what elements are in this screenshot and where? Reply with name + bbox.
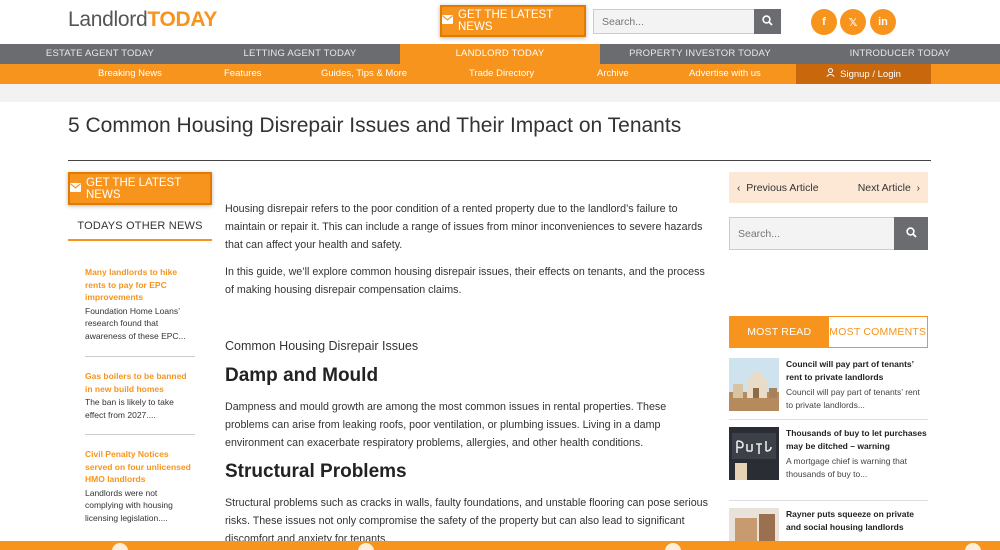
next-article-label: Next Article: [857, 181, 911, 194]
envelope-icon: [442, 15, 453, 27]
ticker-bullet-icon: [665, 543, 681, 550]
most-read-divider: [729, 419, 928, 420]
primary-nav: ESTATE AGENT TODAY LETTING AGENT TODAY L…: [0, 44, 1000, 64]
news-item-title[interactable]: Many landlords to hike rents to pay for …: [85, 266, 195, 304]
nav-guides-tips[interactable]: Guides, Tips & More: [321, 64, 407, 84]
article-subheading: Common Housing Disrepair Issues: [225, 339, 419, 353]
most-read-item-summary: Council will pay part of tenants’ rent t…: [786, 387, 920, 410]
header-search-button[interactable]: [754, 9, 781, 34]
popular-tabs: MOST READ MOST COMMENTS: [729, 316, 928, 348]
previous-article-link[interactable]: ‹ Previous Article: [737, 182, 819, 194]
most-read-item-title[interactable]: Council will pay part of tenants’ rent t…: [786, 358, 928, 383]
article-thumbnail[interactable]: [729, 427, 779, 480]
tab-most-comments[interactable]: MOST COMMENTS: [828, 317, 927, 347]
nav-breaking-news[interactable]: Breaking News: [98, 64, 162, 84]
nav-letting-agent-today[interactable]: LETTING AGENT TODAY: [200, 44, 400, 64]
chevron-right-icon: ›: [916, 182, 920, 194]
article-thumbnail[interactable]: [729, 358, 779, 411]
ticker-bullet-icon: [112, 543, 128, 550]
signup-login-button[interactable]: Signup / Login: [796, 64, 931, 84]
news-divider: [85, 356, 195, 357]
page-band: [0, 84, 1000, 102]
secondary-nav: Breaking News Features Guides, Tips & Mo…: [0, 64, 1000, 84]
sidebar-search-button[interactable]: [894, 217, 928, 250]
article-paragraph: Dampness and mould growth are among the …: [225, 401, 667, 449]
nav-advertise[interactable]: Advertise with us: [689, 64, 761, 84]
logo-text-landlord: Landlord: [68, 8, 148, 31]
most-read-item[interactable]: Thousands of buy to let purchases may be…: [729, 427, 928, 483]
most-read-item[interactable]: Rayner puts squeeze on private and socia…: [729, 508, 928, 541]
news-item-title[interactable]: Civil Penalty Notices served on four unl…: [85, 448, 195, 486]
linkedin-icon[interactable]: in: [870, 9, 896, 35]
signup-login-label: Signup / Login: [840, 68, 901, 80]
tab-most-read[interactable]: MOST READ: [730, 317, 829, 347]
header-search: [593, 9, 781, 34]
title-divider: [68, 160, 931, 161]
news-item[interactable]: Many landlords to hike rents to pay for …: [85, 266, 195, 342]
ticker-bullet-icon: [965, 543, 981, 550]
most-read-item-text: Thousands of buy to let purchases may be…: [786, 427, 928, 480]
nav-landlord-today[interactable]: LANDLORD TODAY: [400, 44, 600, 64]
news-item[interactable]: Gas boilers to be banned in new build ho…: [85, 370, 195, 421]
news-item-summary: The ban is likely to take effect from 20…: [85, 397, 174, 420]
nav-trade-directory[interactable]: Trade Directory: [469, 64, 534, 84]
section-heading-damp: Damp and Mould: [225, 365, 379, 386]
most-read-item-title[interactable]: Thousands of buy to let purchases may be…: [786, 427, 928, 452]
search-icon: [905, 225, 917, 243]
article-paragraph: Structural problems such as cracks in wa…: [225, 497, 708, 545]
news-divider: [85, 434, 195, 435]
news-item[interactable]: Civil Penalty Notices served on four unl…: [85, 448, 195, 524]
nav-property-investor-today[interactable]: PROPERTY INVESTOR TODAY: [600, 44, 800, 64]
most-read-item-text: Rayner puts squeeze on private and socia…: [786, 508, 928, 533]
news-item-summary: Landlords were not complying with housin…: [85, 487, 173, 523]
site-logo[interactable]: LandlordTODAY: [68, 8, 217, 32]
nav-archive[interactable]: Archive: [597, 64, 629, 84]
news-ticker[interactable]: [0, 541, 1000, 550]
most-read-item-text: Council will pay part of tenants’ rent t…: [786, 358, 928, 411]
nav-estate-agent-today[interactable]: ESTATE AGENT TODAY: [0, 44, 200, 64]
logo-text-today: TODAY: [147, 8, 218, 31]
chevron-left-icon: ‹: [737, 182, 741, 194]
news-item-summary: Foundation Home Loans’ research found th…: [85, 305, 186, 341]
sidebar-get-latest-news-button[interactable]: GET THE LATEST NEWS: [68, 172, 212, 205]
page-title: 5 Common Housing Disrepair Issues and Th…: [68, 114, 682, 137]
news-item-title[interactable]: Gas boilers to be banned in new build ho…: [85, 370, 195, 395]
todays-other-news-heading: TODAYS OTHER NEWS: [68, 220, 212, 241]
most-read-item-summary: A mortgage chief is warning that thousan…: [786, 456, 907, 479]
nav-features[interactable]: Features: [224, 64, 262, 84]
sidebar-search-input[interactable]: [729, 217, 894, 250]
search-icon: [762, 13, 773, 31]
next-article-link[interactable]: Next Article ›: [858, 182, 920, 194]
facebook-icon[interactable]: f: [811, 9, 837, 35]
article-thumbnail[interactable]: [729, 508, 779, 541]
header-search-input[interactable]: [593, 9, 754, 34]
article-paragraph: Housing disrepair refers to the poor con…: [225, 203, 703, 251]
section-heading-structural: Structural Problems: [225, 461, 407, 482]
site-header: LandlordTODAY GET THE LATEST NEWS f 𝕏 in: [0, 0, 1000, 44]
sidebar-get-latest-news-label: GET THE LATEST NEWS: [86, 176, 182, 201]
nav-introducer-today[interactable]: INTRODUCER TODAY: [800, 44, 1000, 64]
article-paragraph: In this guide, we’ll explore common hous…: [225, 266, 705, 296]
envelope-icon: [70, 182, 81, 195]
sidebar-search: [729, 217, 928, 250]
get-latest-news-button[interactable]: GET THE LATEST NEWS: [440, 5, 586, 37]
most-read-item-title[interactable]: Rayner puts squeeze on private and socia…: [786, 508, 928, 533]
get-latest-news-label: GET THE LATEST NEWS: [458, 9, 554, 33]
most-read-divider: [729, 500, 928, 501]
x-twitter-icon[interactable]: 𝕏: [840, 9, 866, 35]
most-read-item[interactable]: Council will pay part of tenants’ rent t…: [729, 358, 928, 414]
article-pagination: ‹ Previous Article Next Article ›: [729, 172, 928, 203]
user-icon: [826, 68, 835, 80]
ticker-bullet-icon: [358, 543, 374, 550]
previous-article-label: Previous Article: [746, 181, 819, 194]
